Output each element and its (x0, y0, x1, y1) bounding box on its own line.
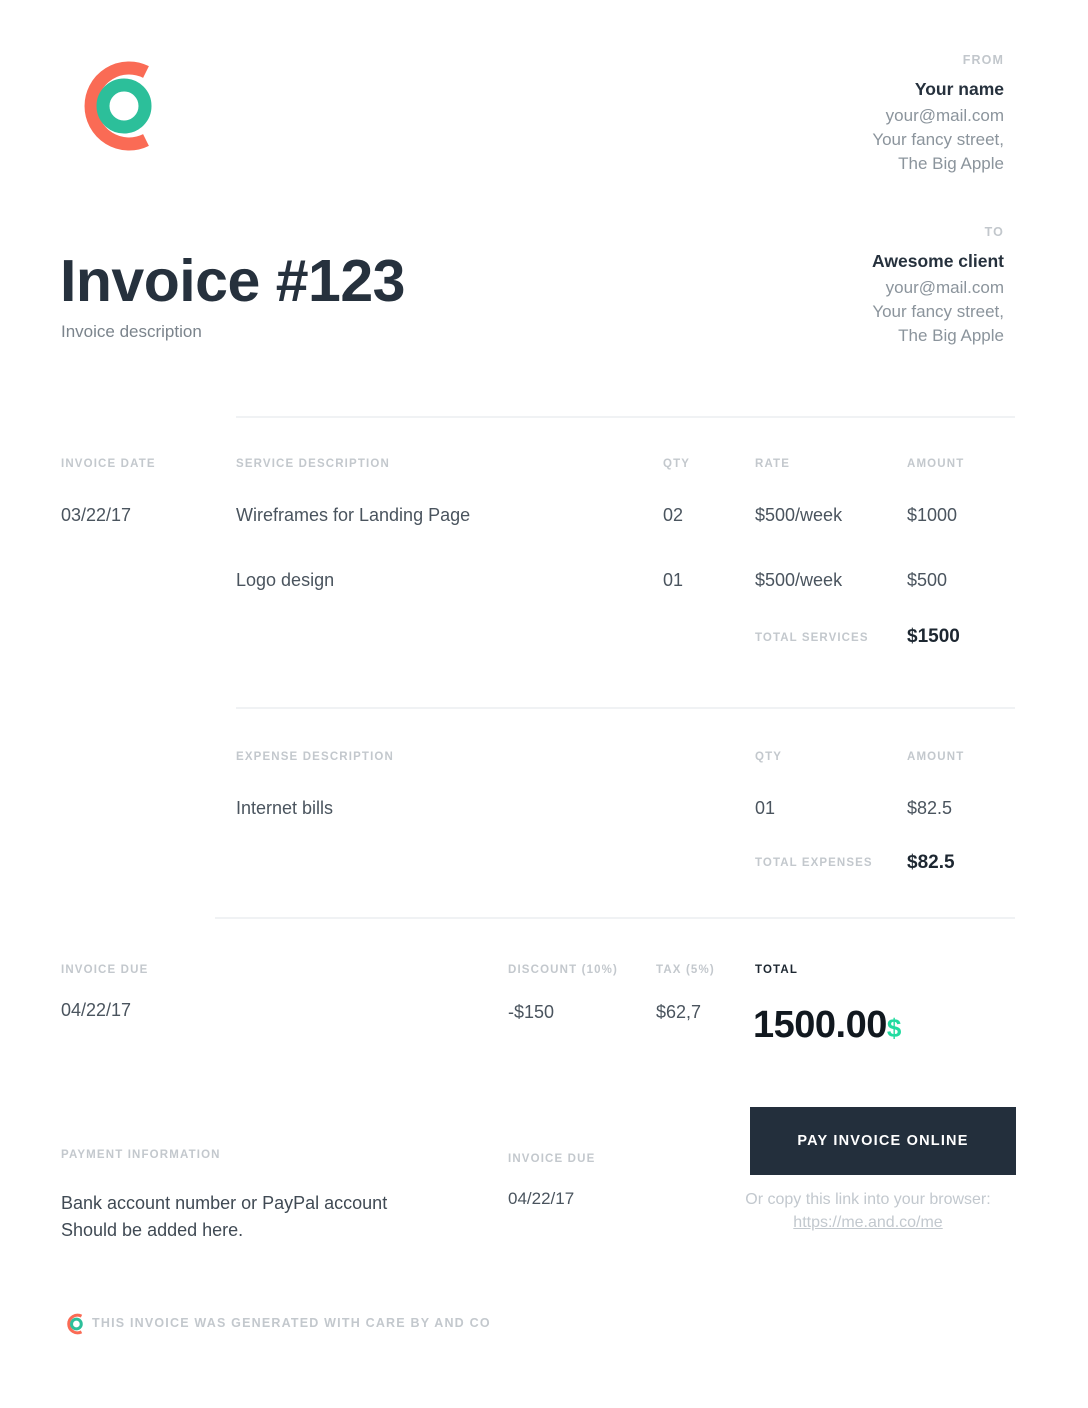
tax-value: $62,7 (656, 1002, 702, 1022)
invoice-description: Invoice description (61, 322, 202, 341)
pay-link-note: Or copy this link into your browser: htt… (720, 1188, 1016, 1234)
footer-text: THIS INVOICE WAS GENERATED WITH CARE BY … (92, 1316, 491, 1330)
to-city: The Big Apple (898, 325, 1004, 345)
payment-information-text: Bank account number or PayPal account Sh… (61, 1190, 491, 1244)
payment-due-label: INVOICE DUE (508, 1153, 596, 1165)
pay-invoice-online-button[interactable]: PAY INVOICE ONLINE (750, 1107, 1016, 1175)
services-header-description: SERVICE DESCRIPTION (236, 458, 390, 470)
invoice-date-label: INVOICE DATE (61, 458, 156, 470)
from-label: FROM (962, 53, 1004, 67)
discount-value: -$150 (508, 1002, 555, 1022)
from-name: Your name (914, 78, 1004, 99)
table-row: 01 (663, 570, 684, 590)
payment-information-label: PAYMENT INFORMATION (61, 1149, 221, 1161)
table-row: Logo design (236, 570, 335, 590)
pay-link-url[interactable]: https://me.and.co/me (793, 1214, 942, 1231)
table-row: $500/week (755, 505, 843, 525)
to-block: TO Awesome client your@mail.com Your fan… (872, 224, 1004, 348)
discount-label: DISCOUNT (10%) (508, 964, 619, 976)
divider-summary-top (215, 917, 1015, 919)
services-header-qty: QTY (663, 458, 691, 470)
divider-services-top (236, 416, 1015, 418)
expenses-header-qty: QTY (755, 751, 783, 763)
pay-link-note-prefix: Or copy this link into your browser: (745, 1191, 991, 1208)
payment-due-value: 04/22/17 (508, 1189, 575, 1208)
from-block: FROM Your name your@mail.com Your fancy … (872, 52, 1004, 176)
grand-total-currency: $ (886, 1013, 901, 1043)
and-co-logo-icon (62, 50, 174, 162)
table-row: $500 (907, 570, 948, 590)
table-row: 02 (663, 505, 684, 525)
table-row: $1000 (907, 505, 958, 525)
invoice-date-value: 03/22/17 (61, 505, 132, 525)
table-row: Wireframes for Landing Page (236, 505, 471, 525)
total-services-value: $1500 (907, 626, 960, 647)
table-row: 01 (755, 798, 776, 818)
services-header-rate: RATE (755, 458, 791, 470)
grand-total-amount: 1500.00 (753, 1004, 887, 1046)
total-services-label: TOTAL SERVICES (755, 632, 869, 644)
invoice-due-value: 04/22/17 (61, 1000, 132, 1020)
table-row: $500/week (755, 570, 843, 590)
payment-info-line-1: Bank account number or PayPal account (61, 1193, 388, 1213)
divider-expenses-top (236, 707, 1015, 709)
to-street: Your fancy street, (872, 301, 1004, 321)
total-expenses-value: $82.5 (907, 852, 955, 873)
to-label: TO (984, 225, 1004, 239)
invoice-page: FROM Your name your@mail.com Your fancy … (0, 0, 1088, 1408)
table-row: $82.5 (907, 798, 953, 818)
page-title: Invoice #123 (60, 248, 405, 314)
from-city: The Big Apple (898, 153, 1004, 173)
total-label: TOTAL (755, 964, 799, 976)
to-name: Awesome client (872, 250, 1004, 271)
to-email: your@mail.com (885, 277, 1004, 297)
tax-label: TAX (5%) (656, 964, 715, 976)
grand-total: 1500.00$ (753, 1004, 901, 1047)
and-co-logo-icon (62, 1311, 88, 1337)
expenses-header-description: EXPENSE DESCRIPTION (236, 751, 394, 763)
total-expenses-label: TOTAL EXPENSES (755, 857, 873, 869)
payment-info-line-2: Should be added here. (61, 1220, 244, 1240)
invoice-due-label: INVOICE DUE (61, 964, 149, 976)
expenses-header-amount: AMOUNT (907, 751, 965, 763)
from-street: Your fancy street, (872, 129, 1004, 149)
from-email: your@mail.com (885, 105, 1004, 125)
table-row: Internet bills (236, 798, 334, 818)
services-header-amount: AMOUNT (907, 458, 965, 470)
